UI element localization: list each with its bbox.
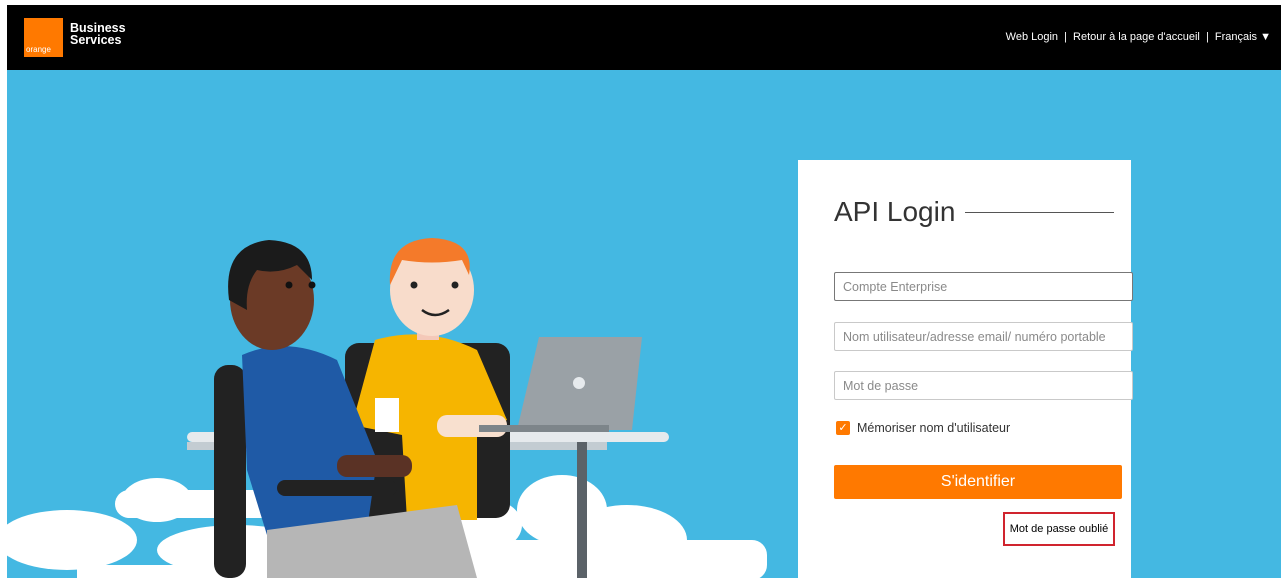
orange-logo[interactable]: orange: [24, 18, 63, 57]
brand-name: Business Services: [70, 22, 126, 47]
logo-word: orange: [26, 45, 51, 54]
remember-label: Mémoriser nom d'utilisateur: [857, 421, 1011, 435]
hero-illustration: [7, 238, 767, 578]
cup: [375, 398, 399, 432]
chair-armrest: [277, 480, 397, 496]
remember-me[interactable]: ✓ Mémoriser nom d'utilisateur: [836, 421, 1010, 435]
card-title-row: API Login: [834, 196, 1114, 228]
web-login-link[interactable]: Web Login: [1006, 31, 1058, 43]
desk-leg: [577, 442, 587, 578]
forgot-password-link[interactable]: Mot de passe oublié: [1003, 512, 1115, 546]
language-dropdown[interactable]: Français ▼: [1215, 31, 1271, 43]
page-frame: orange Business Services Web Login | Ret…: [7, 5, 1281, 578]
nav-separator: |: [1064, 31, 1067, 43]
hero-section: API Login ✓ Mémoriser nom d'utilisateur …: [7, 70, 1281, 578]
laptop-base: [479, 425, 609, 432]
nav-separator: |: [1205, 31, 1209, 43]
password-input[interactable]: [834, 371, 1133, 400]
title-divider: [965, 211, 1114, 213]
remember-checkbox[interactable]: ✓: [836, 421, 850, 435]
login-card: API Login ✓ Mémoriser nom d'utilisateur …: [798, 160, 1133, 578]
home-link[interactable]: Retour à la page d'accueil: [1073, 31, 1200, 43]
card-title: API Login: [834, 196, 956, 227]
brand-line-2: Services: [70, 33, 122, 47]
login-button[interactable]: S'identifier: [834, 465, 1122, 499]
person-left-arm: [337, 455, 412, 477]
chair-back-left: [214, 365, 246, 578]
username-input[interactable]: [834, 322, 1133, 351]
company-account-input[interactable]: [834, 272, 1133, 301]
top-nav: Web Login | Retour à la page d'accueil |…: [1006, 31, 1271, 43]
top-bar: orange Business Services Web Login | Ret…: [7, 5, 1281, 70]
